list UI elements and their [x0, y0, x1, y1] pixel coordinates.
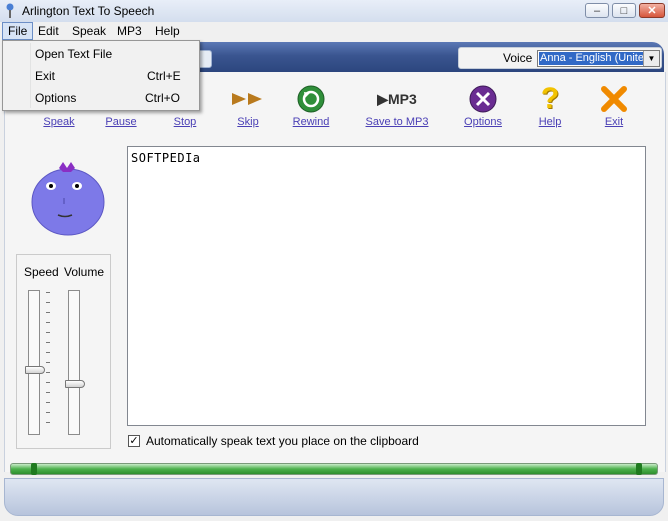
exit-menu-label: Exit [35, 69, 56, 83]
voice-select[interactable]: Anna - English (United States) ▼ [537, 50, 660, 67]
options-button[interactable]: Options [460, 84, 506, 130]
mp3-icon: ▶MP3 [377, 90, 417, 107]
exit-shortcut: Ctrl+E [147, 69, 181, 83]
footer-band [4, 478, 664, 516]
speed-ticks [46, 292, 50, 432]
speech-text: SOFTPEDIa [131, 151, 201, 165]
save-to-mp3-label: Save to MP3 [365, 116, 429, 128]
options-icon [460, 84, 506, 114]
sliders-panel: Speed Volume [16, 254, 111, 449]
voice-selected-value: Anna - English (United States) [539, 52, 644, 65]
menu-speak[interactable]: Speak [67, 23, 111, 39]
mp3-icon-text: MP3 [387, 90, 417, 107]
file-menu-dropdown: Open Text File Exit Ctrl+E Options Ctrl+… [2, 40, 200, 111]
speak-label: Speak [43, 116, 75, 128]
volume-slider-thumb[interactable] [65, 380, 85, 389]
pause-label: Pause [105, 116, 137, 128]
exit-label: Exit [604, 116, 624, 128]
menu-item-options[interactable]: Options Ctrl+O [4, 87, 198, 109]
minimize-button[interactable]: – [585, 3, 609, 18]
volume-label: Volume [64, 265, 105, 279]
skip-label: Skip [237, 116, 259, 128]
app-icon [6, 3, 14, 18]
speed-slider-thumb[interactable] [25, 365, 45, 374]
clipboard-checkbox[interactable]: ✓ [128, 435, 140, 447]
skip-icon [228, 84, 268, 114]
clipboard-option-label: Automatically speak text you place on th… [146, 434, 419, 448]
volume-slider-track[interactable] [68, 290, 80, 435]
open-text-file-label: Open Text File [35, 47, 113, 61]
options-shortcut: Ctrl+O [145, 91, 181, 105]
close-button[interactable]: ✕ [639, 3, 665, 18]
menu-bar: File Edit Speak MP3 Help [0, 22, 668, 40]
options-menu-label: Options [35, 91, 77, 105]
help-button[interactable]: ? Help [532, 82, 568, 130]
rewind-label: Rewind [292, 116, 330, 128]
chevron-down-icon[interactable]: ▼ [643, 51, 659, 66]
options-label: Options [464, 116, 502, 128]
progress-start-marker[interactable] [31, 463, 37, 475]
menu-edit[interactable]: Edit [33, 23, 64, 39]
skip-button[interactable]: Skip [228, 84, 268, 130]
save-to-mp3-button[interactable]: ▶MP3 Save to MP3 [360, 84, 434, 130]
speed-label: Speed [24, 265, 59, 279]
help-label: Help [538, 116, 562, 128]
menu-item-open-text-file[interactable]: Open Text File [4, 43, 198, 65]
window-title: Arlington Text To Speech [22, 4, 155, 18]
help-icon: ? [540, 82, 560, 115]
voice-group: Voice Anna - English (United States) ▼ [458, 47, 662, 69]
rewind-icon [290, 84, 332, 114]
menu-help[interactable]: Help [150, 23, 185, 39]
menu-mp3[interactable]: MP3 [112, 23, 147, 39]
speaker-face-icon [31, 162, 105, 236]
rewind-button[interactable]: Rewind [290, 84, 332, 130]
progress-bar [10, 463, 658, 475]
menu-item-exit[interactable]: Exit Ctrl+E [4, 65, 198, 87]
voice-label: Voice [503, 51, 533, 65]
exit-icon [596, 84, 632, 114]
stop-label: Stop [173, 116, 197, 128]
speech-text-area[interactable]: SOFTPEDIa [127, 146, 646, 426]
maximize-button[interactable]: □ [612, 3, 636, 18]
speed-slider-track[interactable] [28, 290, 40, 435]
exit-button[interactable]: Exit [596, 84, 632, 130]
progress-end-marker[interactable] [636, 463, 642, 475]
menu-file[interactable]: File [2, 22, 34, 40]
title-bar: Arlington Text To Speech – □ ✕ [0, 0, 668, 23]
